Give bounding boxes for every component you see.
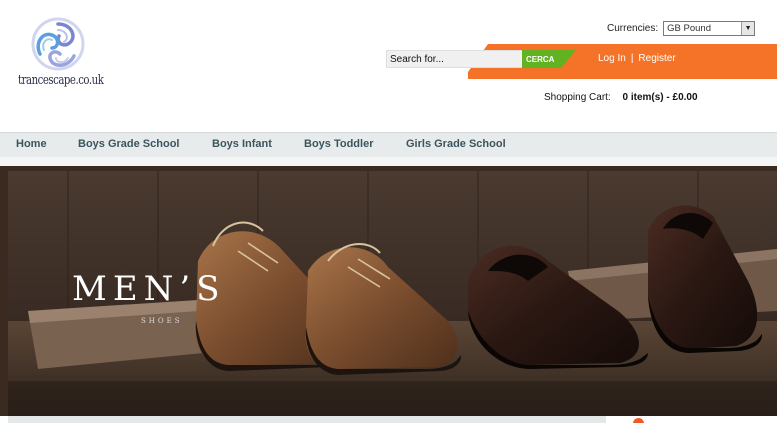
orange-dot-icon xyxy=(633,418,644,423)
account-links-separator: | xyxy=(630,53,634,64)
search-input[interactable]: Search for... xyxy=(386,50,524,68)
nav-item-girls-grade-school[interactable]: Girls Grade School xyxy=(406,138,506,150)
cart-label: Shopping Cart: xyxy=(544,92,611,103)
chevron-down-icon[interactable]: ▼ xyxy=(741,22,755,35)
nav-item-home[interactable]: Home xyxy=(16,138,47,150)
nav-item-boys-infant[interactable]: Boys Infant xyxy=(212,138,272,150)
currency-select[interactable]: GB Pound ▼ xyxy=(663,21,756,36)
nav-item-boys-grade-school[interactable]: Boys Grade School xyxy=(78,138,179,150)
site-header: trancescape.co.uk Currencies: GB Pound ▼… xyxy=(0,0,777,132)
account-links: Log In | Register xyxy=(598,53,676,64)
shopping-cart[interactable]: Shopping Cart: 0 item(s) - £0.00 xyxy=(544,92,698,103)
logo-wordmark: trancescape.co.uk xyxy=(18,73,104,88)
swirl-logo-icon xyxy=(31,17,85,71)
content-bar xyxy=(8,416,606,423)
site-logo[interactable]: trancescape.co.uk xyxy=(18,16,104,96)
register-link[interactable]: Register xyxy=(638,53,675,64)
hero-banner[interactable]: MEN’S SHOES xyxy=(0,166,777,416)
banner-subtitle: SHOES xyxy=(141,317,183,325)
currency-selected-value: GB Pound xyxy=(667,23,711,34)
cart-summary[interactable]: 0 item(s) - £0.00 xyxy=(623,92,698,103)
banner-title: MEN’S xyxy=(72,269,226,309)
main-nav: Home Boys Grade School Boys Infant Boys … xyxy=(0,132,777,157)
nav-item-boys-toddler[interactable]: Boys Toddler xyxy=(304,138,373,150)
banner-image: MEN’S SHOES xyxy=(8,171,777,416)
search-placeholder: Search for... xyxy=(390,53,444,65)
login-link[interactable]: Log In xyxy=(598,53,626,64)
nav-shadow-strip xyxy=(0,157,777,166)
currency-switcher: Currencies: GB Pound ▼ xyxy=(607,21,756,36)
currencies-label: Currencies: xyxy=(607,23,659,34)
